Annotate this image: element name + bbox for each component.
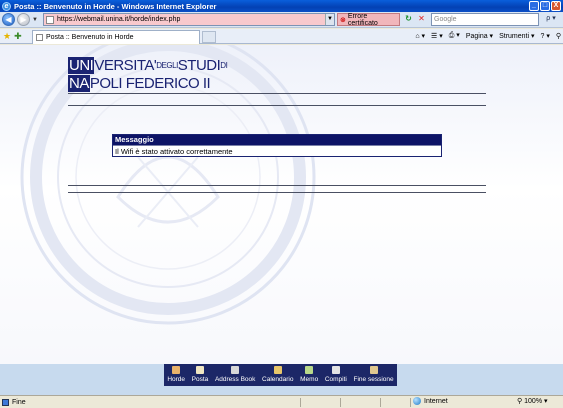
search-button[interactable]: ρ ▾ [541,14,561,25]
forward-button[interactable]: ▶ [17,13,30,26]
zoom-level: 100% [524,397,543,405]
close-button[interactable]: X [551,1,561,11]
calendar-icon [273,366,282,374]
house-icon [172,366,181,374]
memo-icon [305,366,314,374]
logo-text-poli: POLI FEDERICO II [89,75,211,92]
address-dropdown-icon[interactable]: ▼ [325,14,334,25]
menu-label: Address Book [214,376,256,383]
window-titlebar: e Posta :: Benvenuto in Horde - Windows … [0,0,563,12]
status-text: Fine [12,398,26,406]
globe-icon [413,397,421,405]
feeds-button[interactable]: ☰ ▾ [431,32,443,40]
refresh-button[interactable]: ↻ [403,14,414,25]
zoom-dropdown-icon: ▾ [544,398,548,405]
menu-label: Compiti [324,376,347,383]
divider-top-2 [68,105,486,106]
shield-x-icon: ⊗ [340,16,346,24]
help-button[interactable]: ? ▾ [541,32,550,40]
add-favorite-icon[interactable]: ✚ [14,31,22,42]
horde-footer: Horde Posta Address Book Calendario Memo… [0,364,563,395]
address-toolbar: ◀ ▶ ▼ https://webmail.unina.it/horde/ind… [0,12,563,28]
logo-text-versita: VERSITA' [94,57,157,74]
page-favicon-icon [46,15,54,24]
page-menu-button[interactable]: Pagina ▾ [466,32,493,40]
message-box: Messaggio Il Wifi è stato attivato corre… [112,134,442,157]
new-tab-button[interactable] [202,31,216,43]
history-dropdown-icon[interactable]: ▼ [32,17,38,23]
divider-bottom-1 [68,185,486,186]
message-heading: Messaggio [113,135,441,145]
window-controls: _ □ X [529,1,561,11]
maximize-button[interactable]: □ [540,1,550,11]
menu-label: Horde [167,376,186,383]
logo-text-degli: DEGLI [156,61,178,70]
status-bar: Fine Internet ⚲ 100% ▾ [0,395,563,408]
logo-text-studi: STUDI [177,57,221,74]
tab-favicon-icon [36,34,43,41]
mail-icon [195,366,204,374]
menu-label: Memo [300,376,319,383]
zoom-icon: ⚲ [517,398,523,405]
menu-item-posta[interactable]: Posta [191,364,209,383]
window-title: Posta :: Benvenuto in Horde - Windows In… [14,1,217,11]
menu-label: Posta [191,376,209,383]
tab-label: Posta :: Benvenuto in Horde [46,34,134,41]
page-done-icon [2,398,9,406]
menu-item-fine-sessione[interactable]: Fine sessione [354,364,394,383]
message-body: Il Wifi è stato attivato correttamente [113,145,441,157]
tab-active[interactable]: Posta :: Benvenuto in Horde [32,30,200,44]
minimize-button[interactable]: _ [529,1,539,11]
stop-button[interactable]: ✕ [416,14,427,25]
menu-item-horde[interactable]: Horde [167,364,185,383]
command-bar: ⌂ ▾ ☰ ▾ ⎙ ▾ Pagina ▾ Strumenti ▾ ? ▾ ⚲ [415,31,561,40]
menu-item-address-book[interactable]: Address Book [215,364,255,383]
status-divider [340,398,341,407]
tasks-icon [331,366,340,374]
address-book-icon [231,366,240,374]
logo-block-uni: UNI [68,57,95,74]
zoom-control[interactable]: ⚲ 100% ▾ [517,397,548,406]
university-logo: UNI VERSITA' DEGLI STUDI DI NA POLI FEDE… [68,56,228,92]
horde-menu-bar: Horde Posta Address Book Calendario Memo… [164,364,397,386]
logo-block-na: NA [68,75,90,92]
print-button[interactable]: ⎙ ▾ [449,31,460,40]
menu-label: Fine sessione [353,376,394,383]
menu-item-compiti[interactable]: Compiti [325,364,347,383]
menu-item-memo[interactable]: Memo [300,364,318,383]
zone-label: Internet [424,397,448,405]
tools-menu-button[interactable]: Strumenti ▾ [499,32,534,40]
logout-icon [369,366,378,374]
menu-item-calendario[interactable]: Calendario [262,364,293,383]
menu-label: Calendario [262,376,294,383]
page-content: UNI VERSITA' DEGLI STUDI DI NA POLI FEDE… [0,45,563,364]
certificate-error-label: Errore certificato [347,12,378,27]
search-input[interactable]: Google [431,13,539,26]
home-button[interactable]: ⌂ ▾ [415,32,425,40]
logo-text-di: DI [220,61,228,70]
divider-bottom-2 [68,192,486,193]
back-button[interactable]: ◀ [2,13,15,26]
address-url: https://webmail.unina.it/horde/index.php [57,16,181,23]
status-divider [380,398,381,407]
security-zone[interactable]: Internet [413,397,448,405]
certificate-error-button[interactable]: ⊗ Errore certificato [337,12,400,27]
address-input[interactable]: https://webmail.unina.it/horde/index.php… [43,13,335,26]
divider-top-1 [68,93,486,94]
ie-logo-icon: e [2,1,11,11]
favorites-star-icon[interactable]: ★ [3,31,11,42]
status-divider [300,398,301,407]
status-divider [410,398,411,407]
tab-toolbar: ★ ✚ Posta :: Benvenuto in Horde ⌂ ▾ ☰ ▾ … [0,29,563,44]
research-button[interactable]: ⚲ [556,32,561,40]
